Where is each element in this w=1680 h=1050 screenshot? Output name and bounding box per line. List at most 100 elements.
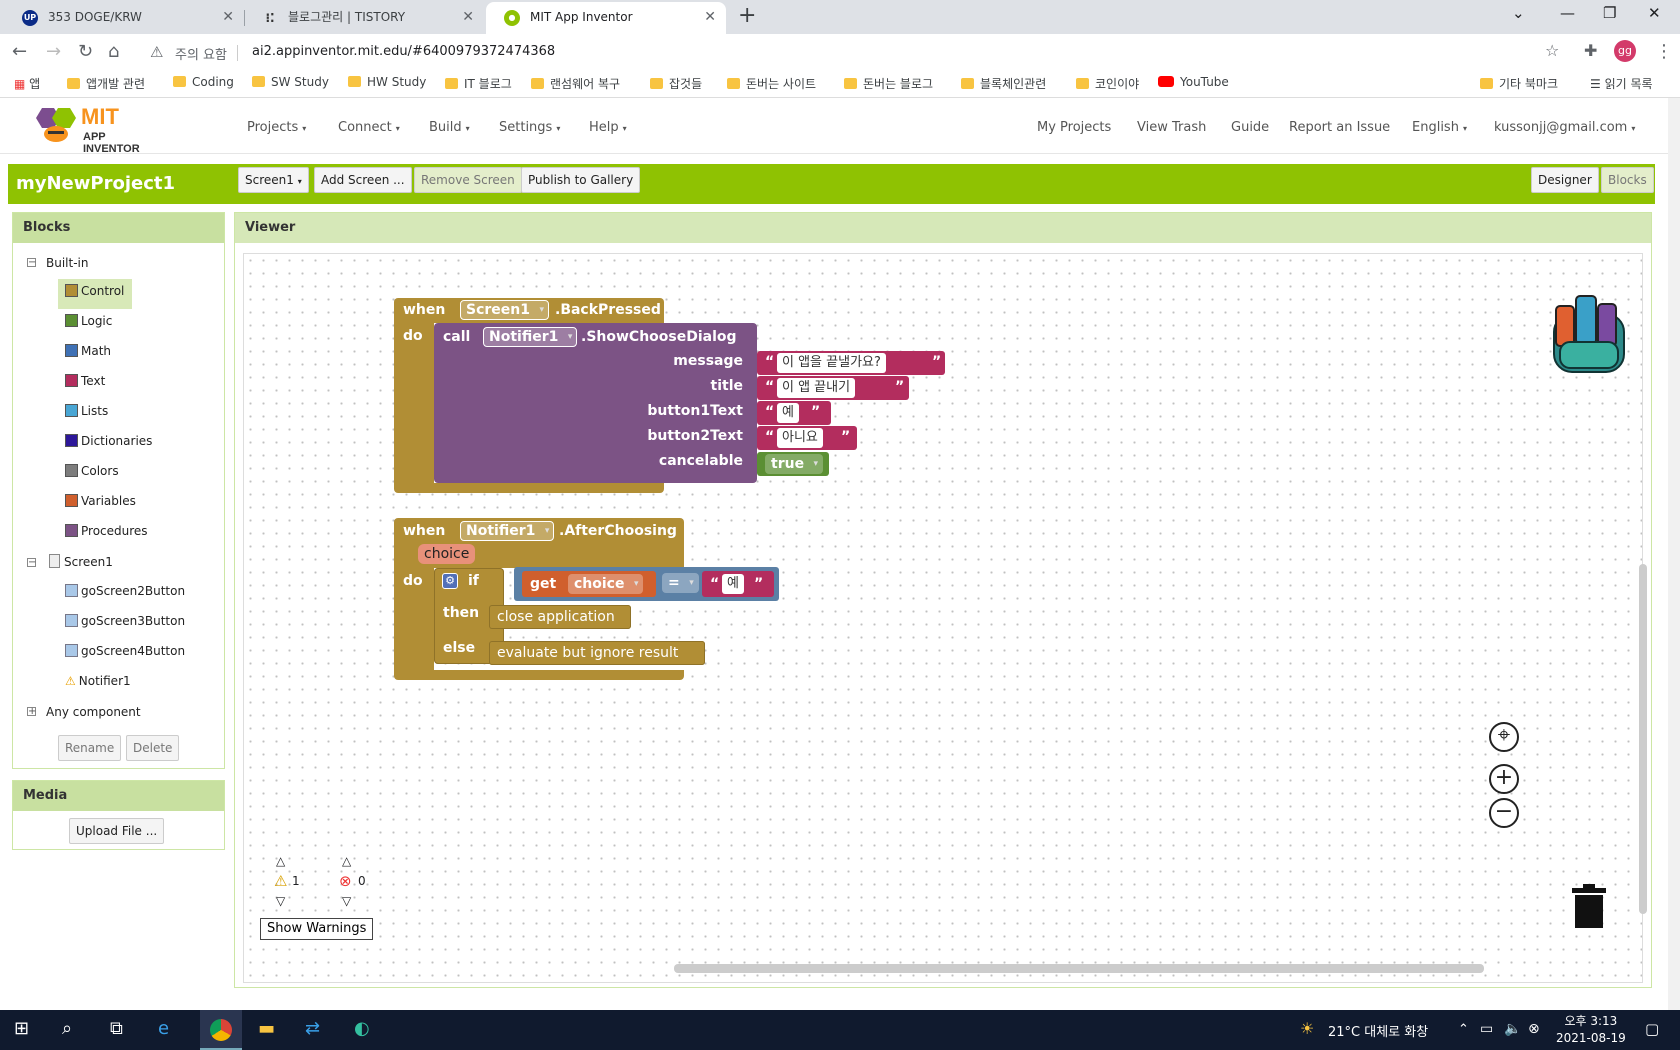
- reload-icon[interactable]: ↻: [78, 41, 93, 62]
- component-dropdown[interactable]: Screen1: [460, 300, 549, 320]
- backpack-icon[interactable]: [1546, 292, 1632, 380]
- zoom-out-icon[interactable]: −: [1489, 798, 1519, 828]
- bookmark-apps[interactable]: ▦ 앱: [14, 75, 40, 92]
- menu-dots-icon[interactable]: ⋮: [1655, 41, 1673, 62]
- tree-component[interactable]: goScreen4Button: [65, 644, 185, 658]
- bookmark-youtube[interactable]: YouTube: [1158, 75, 1229, 89]
- drawer-lists[interactable]: Lists: [65, 404, 108, 418]
- designer-button[interactable]: Designer: [1531, 167, 1599, 193]
- bookmark-other[interactable]: 기타 북마크: [1480, 75, 1558, 92]
- delete-button[interactable]: Delete: [126, 735, 180, 761]
- bookmark-folder[interactable]: 랜섬웨어 복구: [531, 75, 620, 92]
- bookmark-folder[interactable]: Coding: [173, 75, 234, 89]
- drawer-logic[interactable]: Logic: [65, 314, 112, 328]
- link-my-projects[interactable]: My Projects: [1037, 120, 1111, 135]
- upload-file-button[interactable]: Upload File ...: [69, 818, 165, 844]
- chrome-taskbar-item[interactable]: [200, 1010, 242, 1050]
- clock[interactable]: 오후 3:13 2021-08-19: [1556, 1013, 1626, 1047]
- next-error-icon[interactable]: ▽: [342, 894, 351, 908]
- tab-doge[interactable]: UP 353 DOGE/KRW ✕: [4, 2, 244, 34]
- text-block-button1[interactable]: “ 예 ”: [757, 401, 831, 425]
- menu-account[interactable]: kussonjj@gmail.com ▾: [1494, 120, 1635, 135]
- drawer-text[interactable]: Text: [65, 374, 105, 388]
- link-guide[interactable]: Guide: [1231, 120, 1269, 135]
- vertical-scrollbar[interactable]: [1639, 564, 1647, 914]
- event-block-backpressed[interactable]: when Screen1 .BackPressed: [394, 298, 664, 323]
- variable-dropdown[interactable]: choice: [568, 574, 644, 594]
- windows-start-icon[interactable]: ⊞: [14, 1018, 29, 1039]
- volume-icon[interactable]: 🔈: [1504, 1021, 1521, 1037]
- window-close-icon[interactable]: ✕: [1648, 4, 1661, 22]
- trash-icon[interactable]: [1571, 884, 1607, 928]
- boolean-dropdown[interactable]: true: [765, 454, 824, 474]
- maximize-icon[interactable]: ❐: [1603, 4, 1616, 22]
- component-dropdown[interactable]: Notifier1: [460, 521, 555, 541]
- profile-avatar[interactable]: gg: [1614, 40, 1636, 62]
- drawer-variables[interactable]: Variables: [65, 494, 136, 508]
- home-icon[interactable]: ⌂: [108, 41, 119, 62]
- evaluate-ignore-block[interactable]: evaluate but ignore result: [489, 641, 705, 665]
- operator-dropdown[interactable]: =: [662, 573, 699, 593]
- close-application-block[interactable]: close application: [489, 605, 631, 629]
- close-icon[interactable]: ✕: [704, 2, 716, 32]
- menu-help[interactable]: Help ▾: [589, 120, 627, 135]
- compare-block[interactable]: get choice = “ 예 ”: [514, 567, 779, 601]
- warning-icon[interactable]: ⚠: [150, 43, 163, 61]
- close-icon[interactable]: ✕: [222, 2, 234, 32]
- drawer-math[interactable]: Math: [65, 344, 111, 358]
- call-block-showchoosedialog[interactable]: call Notifier1 .ShowChooseDialog message…: [434, 323, 757, 483]
- horizontal-scrollbar[interactable]: [674, 964, 1484, 973]
- text-block-message[interactable]: “ 이 앱을 끝낼가요? ”: [757, 351, 945, 375]
- drawer-procedures[interactable]: Procedures: [65, 524, 148, 538]
- prev-error-icon[interactable]: △: [342, 854, 351, 868]
- add-screen-button[interactable]: Add Screen ...: [314, 167, 412, 193]
- link-view-trash[interactable]: View Trash: [1137, 120, 1206, 135]
- tray-chevron-icon[interactable]: ⌃: [1458, 1022, 1469, 1037]
- bookmark-folder[interactable]: IT 블로그: [445, 75, 512, 92]
- bookmark-folder[interactable]: 코인이야: [1076, 75, 1139, 92]
- collapse-icon[interactable]: −: [27, 258, 36, 268]
- menu-connect[interactable]: Connect ▾: [338, 120, 400, 135]
- new-tab-icon[interactable]: +: [738, 3, 756, 28]
- edge-icon[interactable]: ◐: [354, 1018, 370, 1039]
- rename-button[interactable]: Rename: [58, 735, 122, 761]
- show-warnings-button[interactable]: Show Warnings: [260, 918, 374, 940]
- publish-gallery-button[interactable]: Publish to Gallery: [521, 167, 641, 193]
- minimize-icon[interactable]: —: [1560, 4, 1575, 22]
- menu-build[interactable]: Build ▾: [429, 120, 470, 135]
- tab-appinventor[interactable]: ● MIT App Inventor ✕: [486, 2, 726, 34]
- file-explorer-icon[interactable]: ▬: [258, 1018, 275, 1039]
- tab-tistory[interactable]: ⁝⁚ 블로그관리 | TISTORY ✕: [244, 2, 484, 34]
- bookmark-star-icon[interactable]: ☆: [1545, 41, 1559, 60]
- event-block-afterchoosing[interactable]: when Notifier1 .AfterChoosing choice: [394, 518, 684, 568]
- screen-select[interactable]: Screen1 ▾: [238, 167, 309, 193]
- text-block-compare[interactable]: “ 예 ”: [702, 571, 774, 597]
- extensions-icon[interactable]: ✚: [1584, 41, 1597, 60]
- gear-icon[interactable]: ⚙: [442, 573, 458, 589]
- tab-search-icon[interactable]: ⌄: [1512, 4, 1525, 22]
- close-icon[interactable]: ✕: [462, 2, 474, 32]
- app-inventor-logo[interactable]: MIT APP INVENTOR: [34, 104, 164, 155]
- bookmark-folder[interactable]: 잡것들: [650, 75, 702, 92]
- bookmark-folder[interactable]: 돈버는 블로그: [844, 75, 933, 92]
- back-arrow-icon[interactable]: ←: [12, 41, 27, 62]
- next-warning-icon[interactable]: ▽: [276, 894, 285, 908]
- tree-builtin[interactable]: Built-in: [46, 256, 88, 270]
- bookmark-reading-list[interactable]: ☰ 읽기 목록: [1590, 75, 1653, 92]
- menu-settings[interactable]: Settings ▾: [499, 120, 560, 135]
- action-center-icon[interactable]: ▢: [1645, 1020, 1659, 1038]
- search-icon[interactable]: ⌕: [62, 1018, 72, 1039]
- text-block-button2[interactable]: “ 아니요 ”: [757, 426, 857, 450]
- bookmark-folder[interactable]: 앱개발 관련: [67, 75, 145, 92]
- bookmark-folder[interactable]: 블록체인관련: [961, 75, 1046, 92]
- blocks-button[interactable]: Blocks: [1601, 167, 1654, 193]
- recenter-icon[interactable]: ⌖: [1489, 722, 1519, 752]
- teamviewer-icon[interactable]: ⇄: [305, 1018, 320, 1039]
- param-choice[interactable]: choice: [418, 544, 476, 564]
- tree-component[interactable]: goScreen2Button: [65, 584, 185, 598]
- link-report-issue[interactable]: Report an Issue: [1289, 120, 1390, 135]
- blocks-workspace[interactable]: when Screen1 .BackPressed do call Notifi…: [243, 253, 1647, 983]
- expand-icon[interactable]: +: [27, 707, 36, 717]
- tree-component[interactable]: goScreen3Button: [65, 614, 185, 628]
- tree-any-component[interactable]: Any component: [46, 705, 141, 719]
